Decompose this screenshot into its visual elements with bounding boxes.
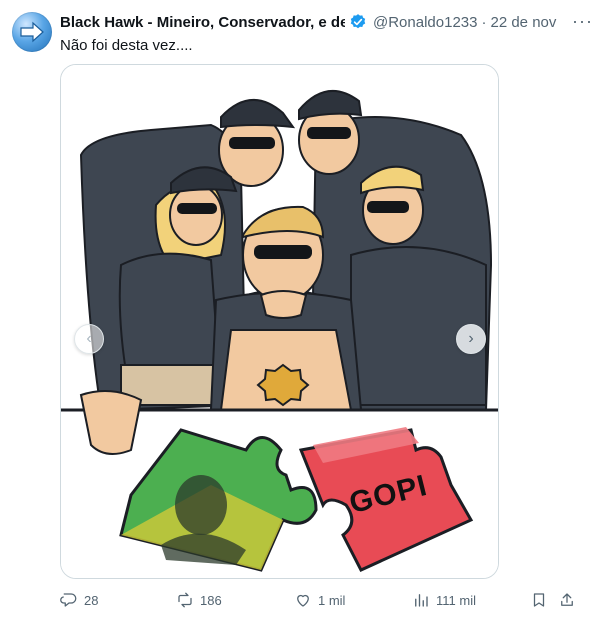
carousel-next-button[interactable]: › — [456, 324, 486, 354]
author-handle[interactable]: @Ronaldo1233 — [373, 14, 477, 31]
views-count: 111 mil — [436, 592, 476, 608]
like-count: 1 mil — [318, 592, 346, 608]
repost-icon — [178, 592, 192, 608]
bookmark-icon — [533, 593, 545, 607]
carousel-prev-button[interactable]: ‹ — [74, 324, 104, 354]
tweet: Black Hawk - Mineiro, Conservador, e de … — [0, 0, 607, 620]
views-chart-icon — [415, 594, 428, 607]
tweet-header: Black Hawk - Mineiro, Conservador, e de … — [60, 12, 595, 32]
reply-count: 28 — [84, 592, 99, 608]
tweet-media-image[interactable]: GOPI — [60, 64, 499, 579]
arrow-right-icon — [20, 21, 44, 43]
author-avatar[interactable] — [12, 12, 52, 52]
share-icon — [561, 593, 573, 606]
share-button[interactable] — [558, 590, 576, 610]
views-button[interactable]: 111 mil — [412, 590, 476, 610]
reply-icon — [60, 593, 77, 607]
repost-count: 186 — [200, 592, 222, 608]
more-options-icon[interactable]: ··· — [572, 12, 593, 30]
tweet-actions: 28 186 1 mil 111 mil — [60, 590, 590, 610]
cartoon-illustration — [61, 65, 498, 578]
tweet-text: Não foi desta vez.... — [60, 37, 193, 54]
author-name[interactable]: Black Hawk - Mineiro, Conservador, e de — [60, 14, 345, 31]
verified-badge-icon — [350, 14, 366, 29]
separator-dot: · — [481, 13, 487, 31]
like-button[interactable]: 1 mil — [294, 590, 345, 610]
bookmark-button[interactable] — [530, 590, 548, 610]
repost-button[interactable]: 186 — [176, 590, 222, 610]
reply-button[interactable]: 28 — [60, 590, 98, 610]
tweet-date[interactable]: 22 de nov — [490, 14, 556, 31]
heart-icon — [297, 594, 309, 607]
